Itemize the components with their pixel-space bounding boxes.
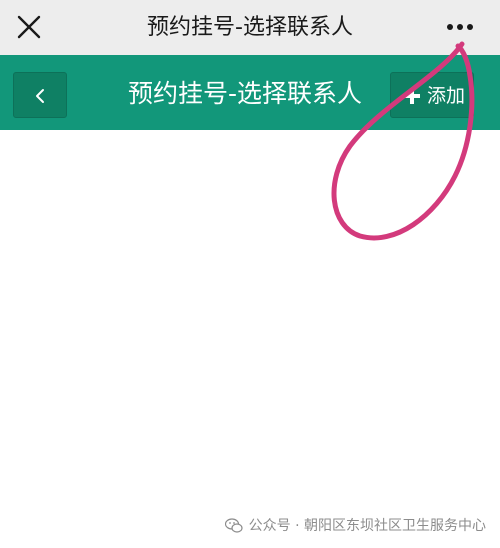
watermark-text: 公众号 · 朝阳区东坝社区卫生服务中心: [248, 518, 486, 534]
watermark: 公众号 · 朝阳区东坝社区卫生服务中心: [224, 514, 486, 538]
contact-list-area: [0, 130, 500, 510]
page: 预约挂号-选择联系人 预约挂号-选择联系人 添加 公众号 · 朝阳区东坝社区卫生…: [0, 0, 500, 548]
wechat-logo-icon: [224, 518, 243, 533]
plus-icon: [404, 88, 420, 104]
chevron-left-icon: [36, 89, 44, 103]
more-icon[interactable]: [440, 12, 480, 42]
add-contact-button[interactable]: 添加: [390, 72, 474, 118]
back-button[interactable]: [13, 72, 67, 118]
add-button-label: 添加: [427, 85, 466, 107]
wechat-top-bar: 预约挂号-选择联系人: [0, 0, 500, 55]
app-header: 预约挂号-选择联系人 添加: [0, 55, 500, 130]
wechat-page-title: 预约挂号-选择联系人: [147, 15, 353, 40]
header-title: 预约挂号-选择联系人: [127, 79, 363, 108]
